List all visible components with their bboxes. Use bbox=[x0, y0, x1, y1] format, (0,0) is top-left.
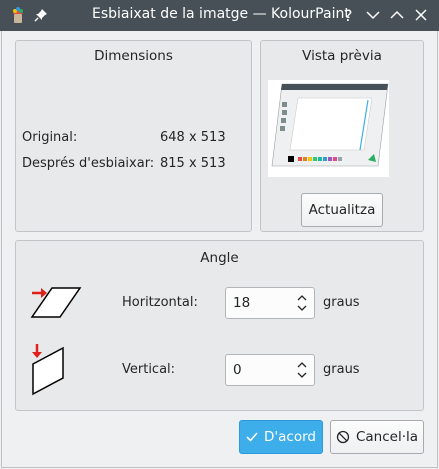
update-preview-label: Actualitza bbox=[308, 202, 376, 218]
cancel-button[interactable]: Cancel·la bbox=[330, 420, 424, 454]
after-skew-label: Després d'esbiaixar: bbox=[22, 156, 155, 171]
pin-icon[interactable] bbox=[33, 7, 49, 23]
horizontal-skew-icon bbox=[30, 285, 82, 321]
cancel-label: Cancel·la bbox=[355, 429, 419, 445]
close-icon[interactable] bbox=[411, 5, 431, 25]
maximize-icon[interactable] bbox=[387, 5, 407, 25]
horizontal-unit: graus bbox=[323, 295, 360, 310]
vertical-skew-icon bbox=[28, 342, 68, 396]
horizontal-angle-spinbox[interactable]: 18 bbox=[225, 287, 315, 319]
vertical-unit: graus bbox=[323, 362, 360, 377]
vertical-angle-spinbox[interactable]: 0 bbox=[225, 354, 315, 386]
check-icon bbox=[246, 432, 258, 442]
ok-button[interactable]: D'acord bbox=[239, 420, 323, 454]
original-value: 648 x 513 bbox=[160, 130, 226, 145]
angle-group: Angle bbox=[15, 240, 424, 411]
after-skew-value: 815 x 513 bbox=[160, 156, 226, 171]
svg-text:?: ? bbox=[344, 6, 353, 25]
angle-title: Angle bbox=[200, 250, 239, 266]
vertical-angle-value: 0 bbox=[233, 362, 242, 378]
preview-title: Vista prèvia bbox=[302, 48, 382, 64]
preview-image bbox=[268, 80, 389, 177]
spin-arrows-icon[interactable] bbox=[296, 359, 308, 381]
help-icon[interactable]: ? bbox=[339, 5, 359, 25]
title-bar: Esbiaixat de la imatge — KolourPaint ? bbox=[0, 0, 439, 31]
vertical-label: Vertical: bbox=[122, 362, 176, 377]
dimensions-title: Dimensions bbox=[94, 48, 173, 64]
ok-label: D'acord bbox=[264, 429, 316, 445]
update-preview-button[interactable]: Actualitza bbox=[301, 193, 383, 227]
horizontal-angle-value: 18 bbox=[233, 295, 251, 311]
original-label: Original: bbox=[22, 130, 78, 145]
cancel-icon bbox=[336, 430, 350, 444]
kolourpaint-app-icon[interactable] bbox=[9, 6, 27, 24]
window-title: Esbiaixat de la imatge — KolourPaint bbox=[92, 6, 350, 22]
horizontal-label: Horitzontal: bbox=[122, 295, 198, 310]
spin-arrows-icon[interactable] bbox=[296, 292, 308, 314]
minimize-icon[interactable] bbox=[363, 5, 383, 25]
